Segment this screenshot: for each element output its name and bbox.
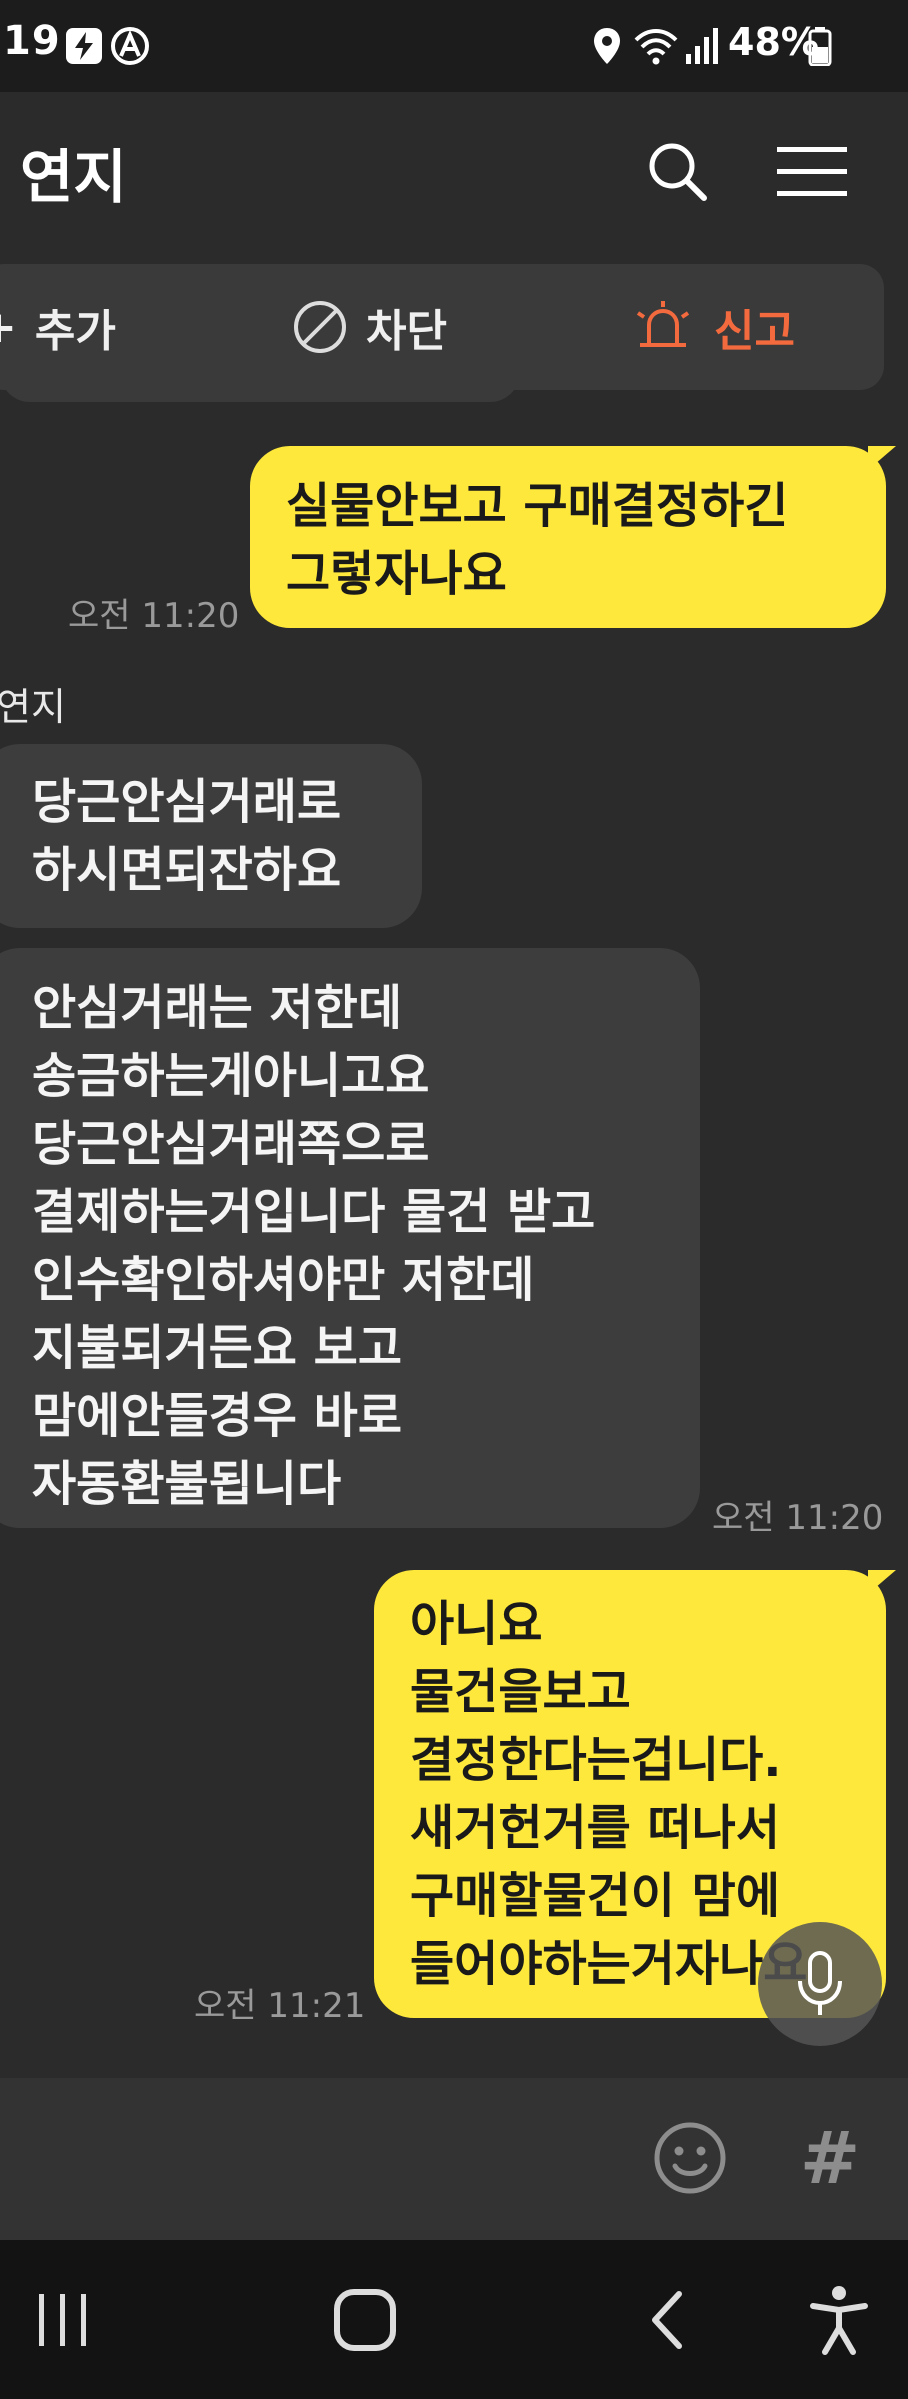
menu-button[interactable] — [772, 132, 852, 212]
other-message-bubble[interactable]: 당근안심거래로 하시면되잔하요 — [0, 744, 422, 928]
emoji-button[interactable] — [650, 2118, 730, 2198]
emoji-icon — [654, 2122, 726, 2194]
search-icon — [649, 143, 707, 201]
home-icon — [334, 2289, 396, 2351]
hamburger-menu-icon — [777, 147, 847, 196]
signal-icon — [684, 26, 720, 70]
recent-apps-button[interactable] — [18, 2280, 108, 2360]
status-time: :19 — [0, 18, 61, 64]
sender-name: 연지 — [0, 685, 66, 729]
chat-screen: :19 48% 연지 · · · — [0, 0, 908, 2399]
back-icon — [652, 2291, 682, 2349]
message-input-bar[interactable]: # — [0, 2078, 908, 2240]
siren-icon — [636, 301, 690, 347]
hashtag-button[interactable]: # — [790, 2108, 870, 2208]
block-button[interactable]: 차단 — [292, 264, 447, 390]
voice-input-button[interactable] — [758, 1922, 882, 2046]
battery-icon — [808, 26, 832, 70]
my-message-bubble[interactable]: 실물안보고 구매결정하긴 그렇자나요 — [250, 446, 886, 628]
add-friend-label: 추가 — [34, 306, 116, 357]
search-button[interactable] — [638, 132, 718, 212]
system-navigation-bar — [0, 2240, 908, 2399]
recent-apps-icon — [39, 2294, 86, 2346]
accessibility-button[interactable] — [794, 2280, 884, 2360]
accessibility-icon — [810, 2286, 868, 2355]
chat-title: 연지 — [20, 143, 127, 211]
report-label: 신고 — [714, 306, 795, 357]
location-icon — [592, 26, 622, 70]
my-bubble-tail — [868, 446, 896, 470]
message-time: 오전 11:20 — [712, 1498, 884, 1538]
message-time: 오전 11:20 — [68, 596, 240, 636]
battery-level: 48% — [728, 20, 819, 64]
status-bar: :19 48% — [0, 0, 908, 92]
block-icon — [294, 301, 346, 353]
action-bar: + 추가 차단 신고 — [0, 264, 884, 390]
flash-charging-icon — [64, 26, 104, 70]
auto-rotate-icon — [110, 26, 150, 70]
add-friend-button[interactable]: + 추가 — [0, 264, 116, 390]
other-message-bubble[interactable]: 안심거래는 저한데 송금하는게아니고요 당근안심거래쪽으로 결제하는거입니다 물… — [0, 948, 700, 1528]
my-bubble-tail — [868, 1570, 896, 1594]
chat-header: 연지 — [0, 92, 908, 252]
wifi-icon — [632, 26, 680, 70]
report-button[interactable]: 신고 — [630, 264, 795, 390]
back-button[interactable] — [622, 2280, 712, 2360]
microphone-icon — [798, 1951, 842, 2015]
block-label: 차단 — [366, 306, 447, 357]
message-time: 오전 11:21 — [194, 1986, 366, 2026]
home-button[interactable] — [320, 2280, 410, 2360]
plus-icon: + — [0, 302, 17, 353]
